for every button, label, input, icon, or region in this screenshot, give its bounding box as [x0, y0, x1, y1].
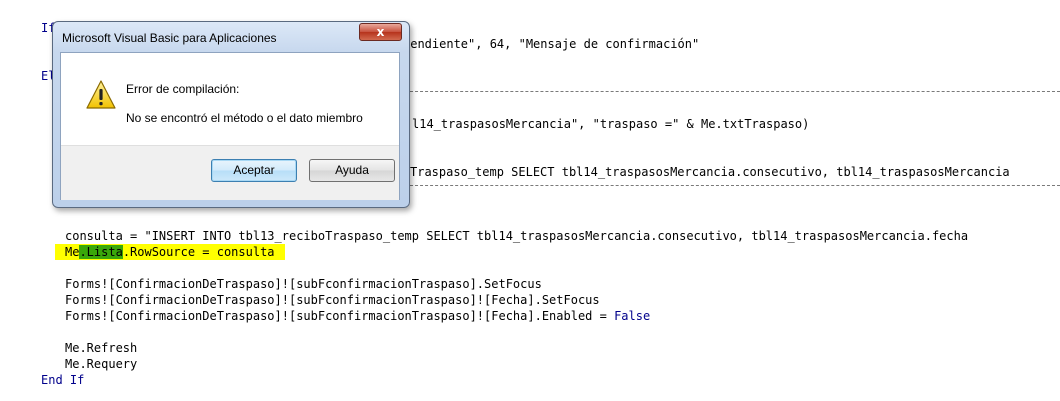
dialog-title: Microsoft Visual Basic para Aplicaciones — [62, 31, 277, 45]
code-line-forms2: Forms![ConfirmacionDeTraspaso]![subFconf… — [65, 293, 600, 307]
code-line-msgbox: pendiente", 64, "Mensaje de confirmación… — [403, 37, 700, 51]
code-line-refresh: Me.Refresh — [65, 341, 138, 355]
code-line-forms3: Forms![ConfirmacionDeTraspaso]![subFconf… — [65, 309, 651, 323]
error-member-token: .Lista — [79, 245, 123, 259]
dialog-client-area: Error de compilación: No se encontró el … — [60, 52, 400, 200]
code-line-requery: Me.Requery — [65, 357, 138, 371]
code-token-rowsource: .RowSource = consulta — [122, 245, 275, 259]
procedure-separator — [405, 91, 1060, 92]
accept-button[interactable]: Aceptar — [211, 159, 297, 182]
compile-error-dialog: Microsoft Visual Basic para Aplicaciones… — [52, 21, 410, 208]
code-line-forms1: Forms![ConfirmacionDeTraspaso]![subFconf… — [65, 277, 542, 291]
code-line-consulta: consulta = "INSERT INTO tbl13_reciboTras… — [65, 229, 969, 243]
close-button[interactable]: x — [359, 23, 402, 41]
code-line-end-if: End If — [41, 373, 85, 387]
dialog-button-bar: Aceptar Ayuda — [61, 145, 399, 200]
error-message: No se encontró el método o el dato miemb… — [126, 111, 363, 125]
close-icon: x — [376, 25, 385, 39]
code-token-me: Me — [65, 245, 80, 259]
procedure-separator — [405, 185, 1060, 186]
code-line-dlookup: l14_traspasosMercancia", "traspaso =" & … — [412, 117, 810, 131]
help-button[interactable]: Ayuda — [309, 159, 395, 182]
code-line-insert-partial: Traspaso_temp SELECT tbl14_traspasosMerc… — [410, 165, 1010, 179]
error-heading: Error de compilación: — [126, 82, 240, 96]
dialog-titlebar[interactable]: Microsoft Visual Basic para Aplicaciones… — [53, 22, 409, 52]
error-highlight-line: Me.Lista.RowSource = consulta — [55, 244, 285, 260]
warning-icon — [86, 80, 116, 109]
